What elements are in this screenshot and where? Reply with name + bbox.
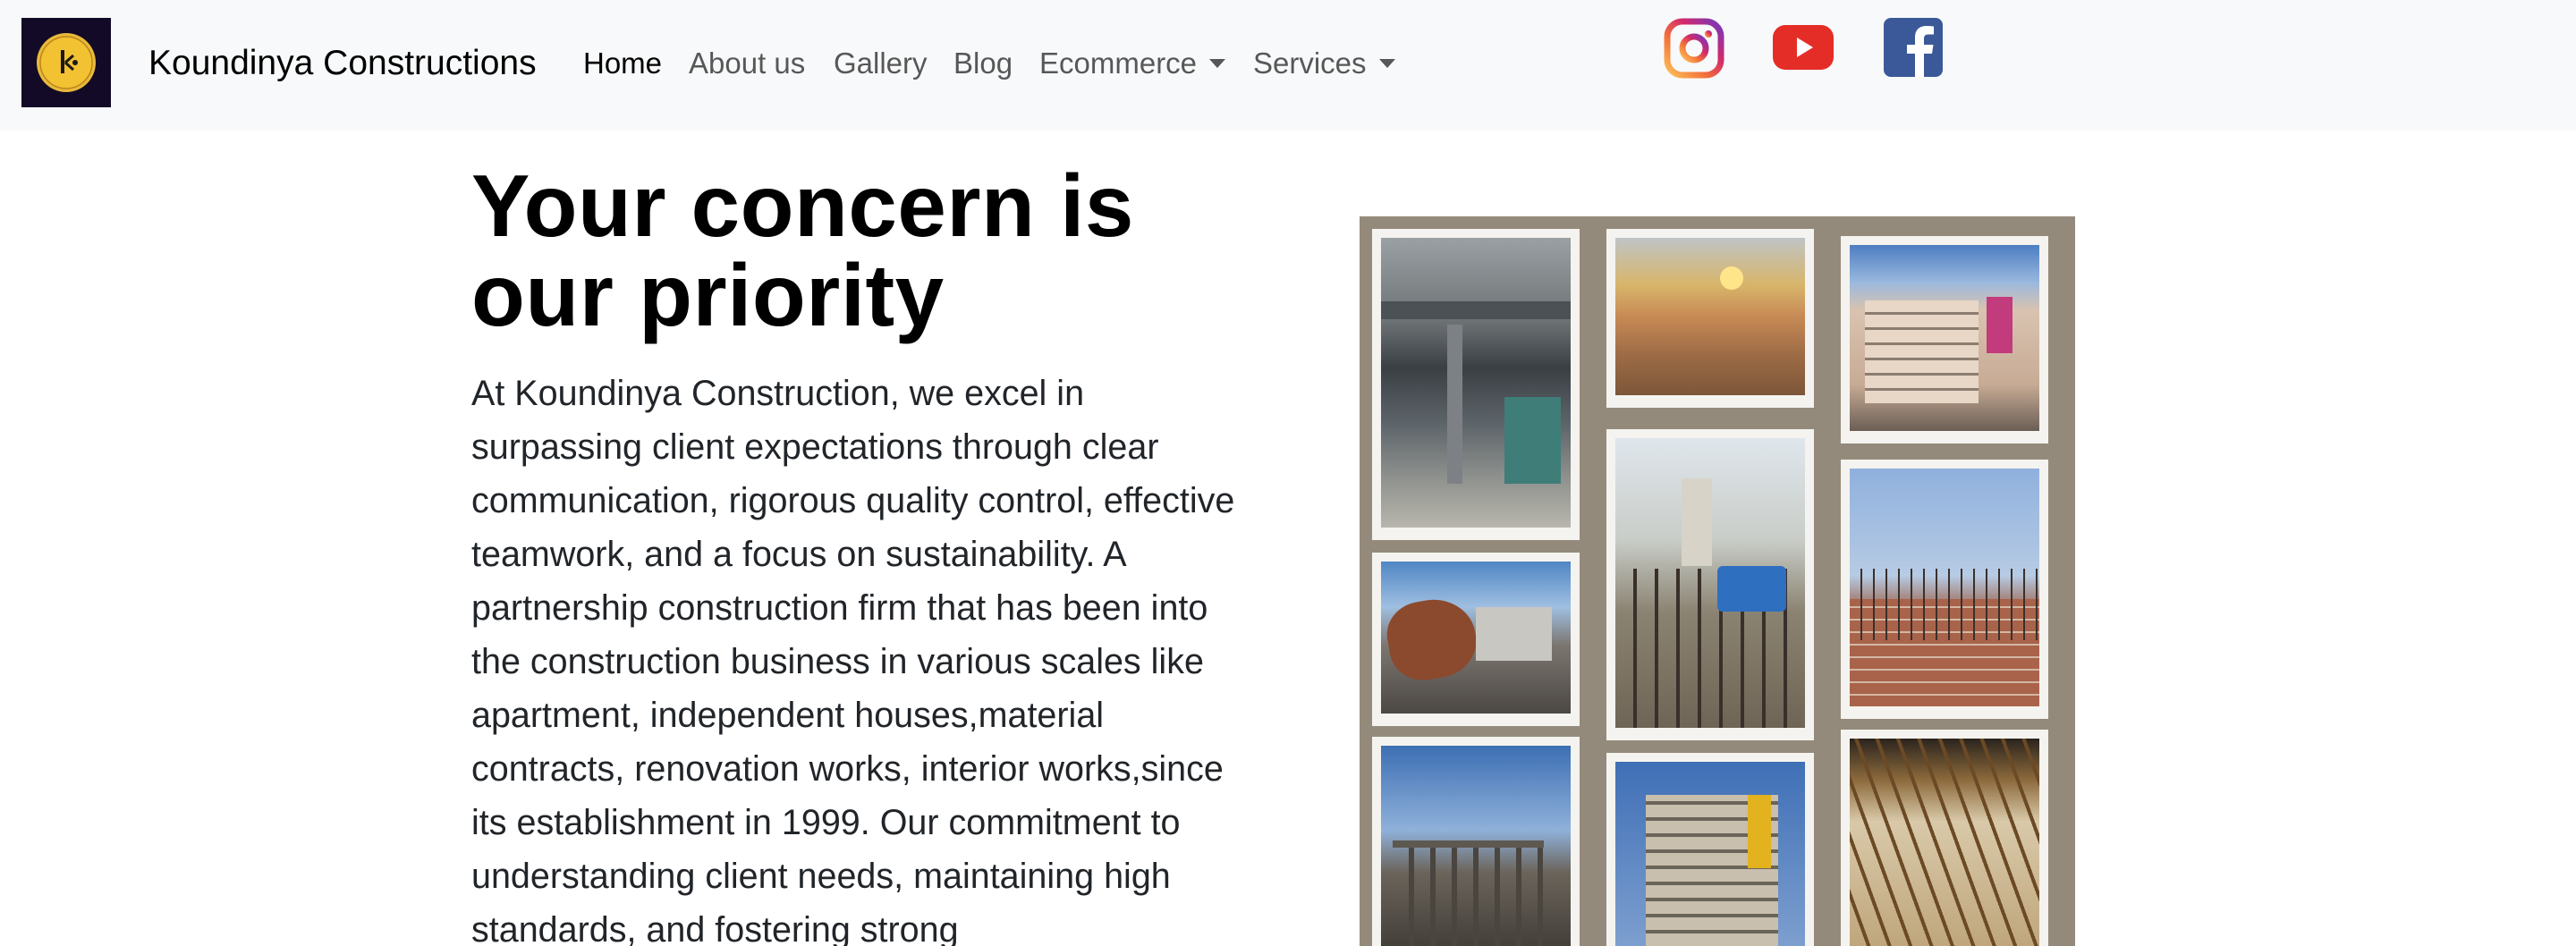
chevron-down-icon — [1209, 59, 1226, 68]
hero-title: Your concern is our priority — [471, 156, 1134, 344]
site-sunset-photo — [1606, 229, 1814, 408]
youtube-link[interactable] — [1773, 21, 1834, 73]
youtube-icon — [1773, 25, 1834, 70]
koundinya-k-logo-icon — [21, 18, 111, 107]
nav-item-home[interactable]: Home — [583, 45, 662, 82]
concrete-mixer-photo — [1372, 553, 1580, 726]
chevron-down-icon — [1378, 59, 1395, 68]
nav-item-blog[interactable]: Blog — [953, 45, 1013, 82]
rebar-brick-wall-photo — [1841, 460, 2048, 719]
brand-name[interactable]: Koundinya Constructions — [148, 43, 537, 84]
nav-item-ecommerce[interactable]: Ecommerce — [1039, 45, 1226, 82]
nav-item-services[interactable]: Services — [1253, 45, 1395, 82]
building-facade-photo — [1841, 236, 2048, 443]
instagram-link[interactable] — [1664, 18, 1724, 79]
nav-item-about-us[interactable]: About us — [689, 45, 805, 82]
gallery-collage — [1360, 216, 2075, 946]
construction-parking-photo — [1372, 229, 1580, 540]
worker-with-bucket-photo — [1606, 429, 1814, 740]
nav-item-gallery[interactable]: Gallery — [834, 45, 928, 82]
facebook-link[interactable] — [1884, 18, 1943, 77]
top-navbar: Koundinya Constructions Home About us Ga… — [0, 0, 2576, 131]
brand-logo[interactable] — [21, 18, 111, 107]
apartment-scaffolding-photo — [1606, 753, 1814, 946]
instagram-icon — [1664, 18, 1724, 79]
formwork-props-photo — [1841, 730, 2048, 946]
facebook-icon — [1884, 18, 1943, 77]
hero-description: At Koundinya Construction, we excel in s… — [471, 374, 1235, 946]
building-frame-photo — [1372, 737, 1580, 946]
